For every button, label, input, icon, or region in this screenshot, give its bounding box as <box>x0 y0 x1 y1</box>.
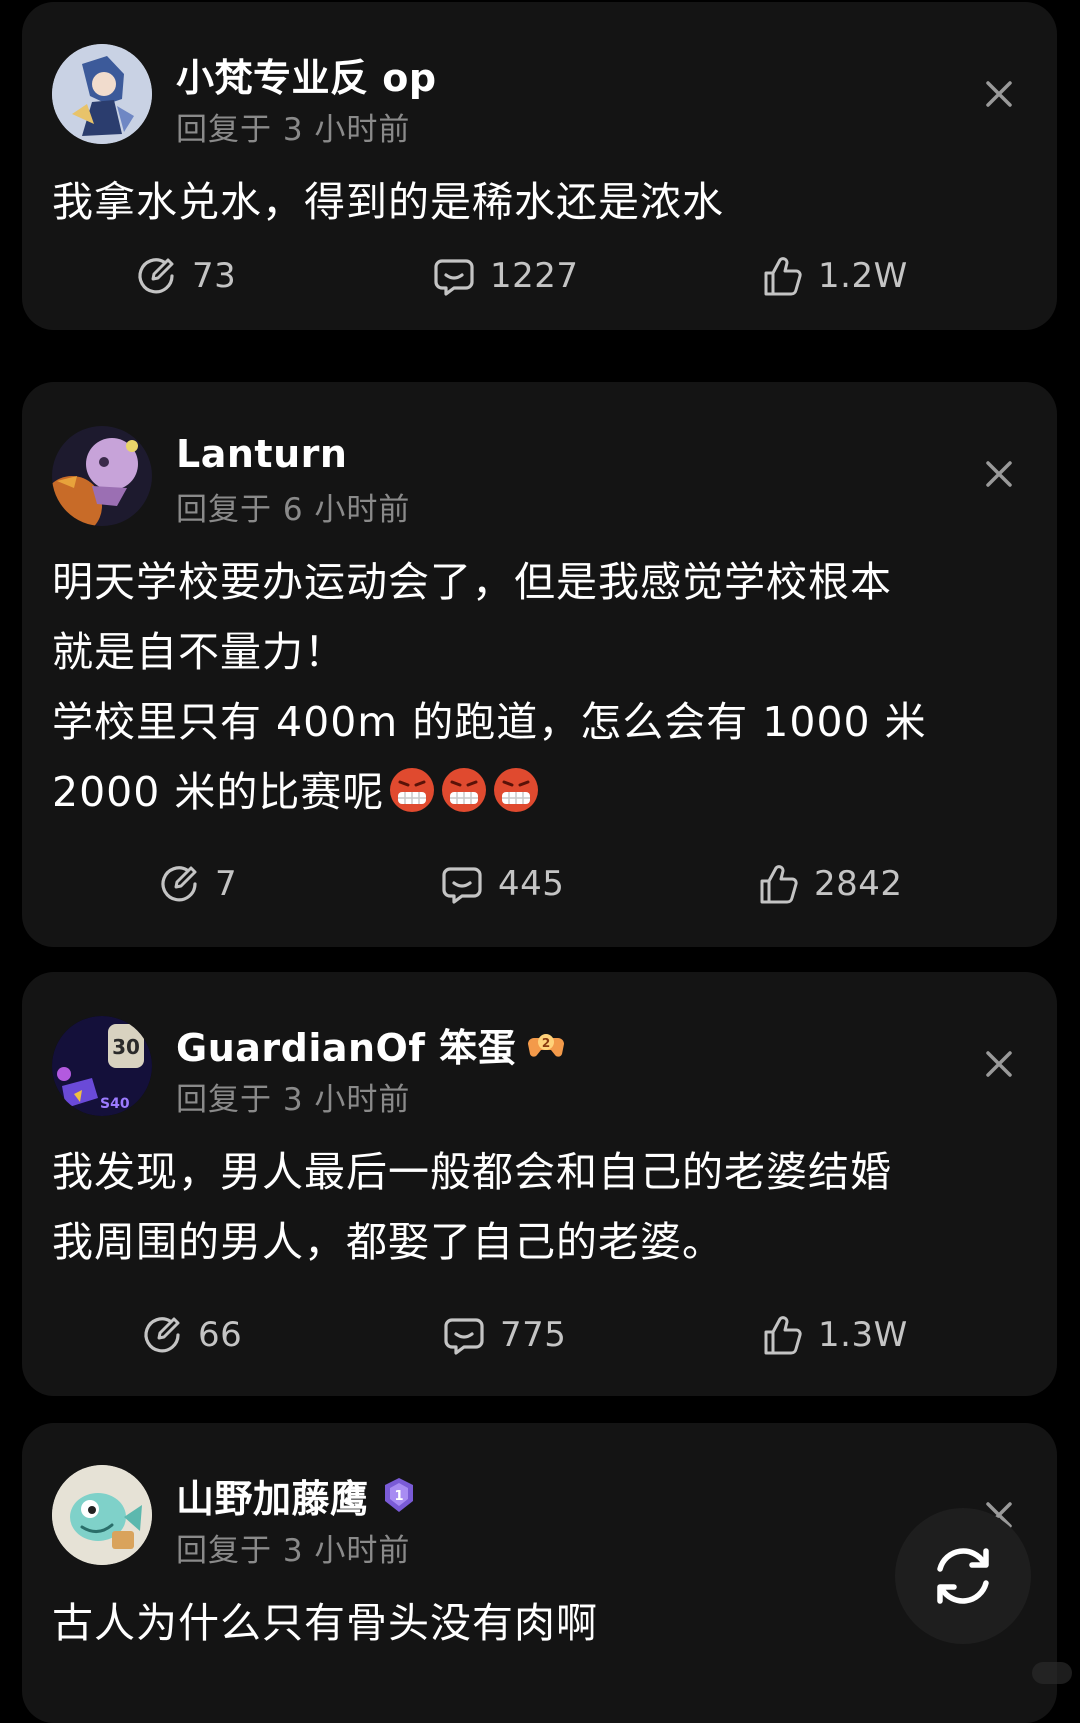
comment-count: 775 <box>500 1315 567 1355</box>
comment-card[interactable]: 30 S40 GuardianOf 笨蛋 2 回复于 3 小时前 我发现，男人最… <box>22 972 1057 1396</box>
close-icon <box>986 461 1012 487</box>
username[interactable]: 山野加藤鹰 <box>176 1468 369 1523</box>
grimacing-angry-emoji-icon <box>390 768 435 812</box>
username-row: Lanturn <box>176 430 347 478</box>
refresh-button[interactable] <box>895 1508 1031 1644</box>
like-button[interactable]: 1.2W <box>760 246 908 306</box>
close-icon <box>986 1051 1012 1077</box>
action-bar: 7 445 2842 <box>22 854 1057 914</box>
grimacing-angry-emoji-icon <box>494 768 539 812</box>
reply-time: 回复于 3 小时前 <box>176 112 411 148</box>
svg-text:S40: S40 <box>100 1096 130 1112</box>
reply-time: 回复于 6 小时前 <box>176 492 411 528</box>
comment-text: 我拿水兑水，得到的是稀水还是浓水 <box>52 178 724 226</box>
action-bar: 73 1227 1.2W <box>22 246 1057 306</box>
repost-button[interactable]: 66 <box>140 1305 242 1365</box>
comment-icon <box>444 1318 484 1355</box>
comment-feed: 小梵专业反 op 回复于 3 小时前 我拿水兑水，得到的是稀水还是浓水 73 1… <box>0 0 1080 1723</box>
repost-button[interactable]: 73 <box>134 246 236 306</box>
comment-count: 1227 <box>490 256 579 296</box>
svg-text:30: 30 <box>112 1035 140 1059</box>
thumbs-up-icon <box>760 865 798 904</box>
repost-icon <box>138 258 174 294</box>
comment-button[interactable]: 775 <box>442 1305 566 1365</box>
reply-time: 回复于 3 小时前 <box>176 1533 411 1569</box>
repost-count: 73 <box>192 256 237 296</box>
comment-icon <box>442 867 482 904</box>
thumbs-up-icon <box>764 1316 802 1355</box>
username[interactable]: Lanturn <box>176 432 347 476</box>
watermark <box>1032 1662 1072 1684</box>
action-bar: 66 775 1.3W <box>22 1305 1057 1365</box>
reply-time: 回复于 3 小时前 <box>176 1082 411 1118</box>
cartoon-fish-avatar-icon <box>52 1465 152 1565</box>
svg-text:1: 1 <box>394 1489 403 1504</box>
comment-button[interactable]: 445 <box>440 854 564 914</box>
comment-button[interactable]: 1227 <box>432 246 579 306</box>
repost-count: 66 <box>198 1315 243 1355</box>
close-button[interactable] <box>979 74 1019 114</box>
repost-button[interactable]: 7 <box>157 854 237 914</box>
username-row: GuardianOf 笨蛋 2 <box>176 1020 566 1070</box>
comment-count: 445 <box>498 864 565 904</box>
comment-card[interactable]: 小梵专业反 op 回复于 3 小时前 我拿水兑水，得到的是稀水还是浓水 73 1… <box>22 2 1057 330</box>
level-30-badge-avatar-icon: 30 S40 <box>52 1016 152 1116</box>
svg-text:2: 2 <box>542 1036 550 1050</box>
like-button[interactable]: 2842 <box>756 854 903 914</box>
emoji-group <box>384 768 540 816</box>
like-count: 1.2W <box>818 256 908 296</box>
close-button[interactable] <box>979 1044 1019 1084</box>
grimacing-angry-emoji-icon <box>442 768 487 812</box>
thumbs-up-icon <box>764 257 802 296</box>
user-avatar[interactable]: 30 S40 <box>52 1016 152 1116</box>
like-count: 2842 <box>814 864 903 904</box>
comment-card[interactable]: Lanturn 回复于 6 小时前 明天学校要办运动会了，但是我感觉学校根本 就… <box>22 382 1057 947</box>
username-row: 山野加藤鹰 1 <box>176 1471 419 1521</box>
repost-icon <box>144 1317 180 1353</box>
refresh-icon <box>937 1548 989 1604</box>
username-row: 小梵专业反 op <box>176 50 437 100</box>
like-count: 1.3W <box>818 1315 908 1355</box>
close-button[interactable] <box>979 454 1019 494</box>
like-button[interactable]: 1.3W <box>760 1305 908 1365</box>
rank-1-icon: 1 <box>379 1475 419 1515</box>
anime-character-avatar-icon <box>52 44 152 144</box>
username[interactable]: GuardianOf 笨蛋 <box>176 1017 516 1072</box>
repost-icon <box>161 866 197 902</box>
comment-text: 我发现，男人最后一般都会和自己的老婆结婚 我周围的男人，都娶了自己的老婆。 <box>52 1148 892 1266</box>
user-avatar[interactable] <box>52 1465 152 1565</box>
cartoon-creature-avatar-icon <box>52 426 152 526</box>
user-avatar[interactable] <box>52 426 152 526</box>
user-avatar[interactable] <box>52 44 152 144</box>
comment-icon <box>434 259 474 296</box>
gamepad-level-2-icon: 2 <box>526 1024 566 1064</box>
repost-count: 7 <box>215 864 238 904</box>
comment-text: 明天学校要办运动会了，但是我感觉学校根本 就是自不量力！ 学校里只有 400m … <box>52 558 927 816</box>
username[interactable]: 小梵专业反 op <box>176 47 437 102</box>
comment-text: 古人为什么只有骨头没有肉啊 <box>52 1599 598 1647</box>
close-icon <box>986 81 1012 107</box>
